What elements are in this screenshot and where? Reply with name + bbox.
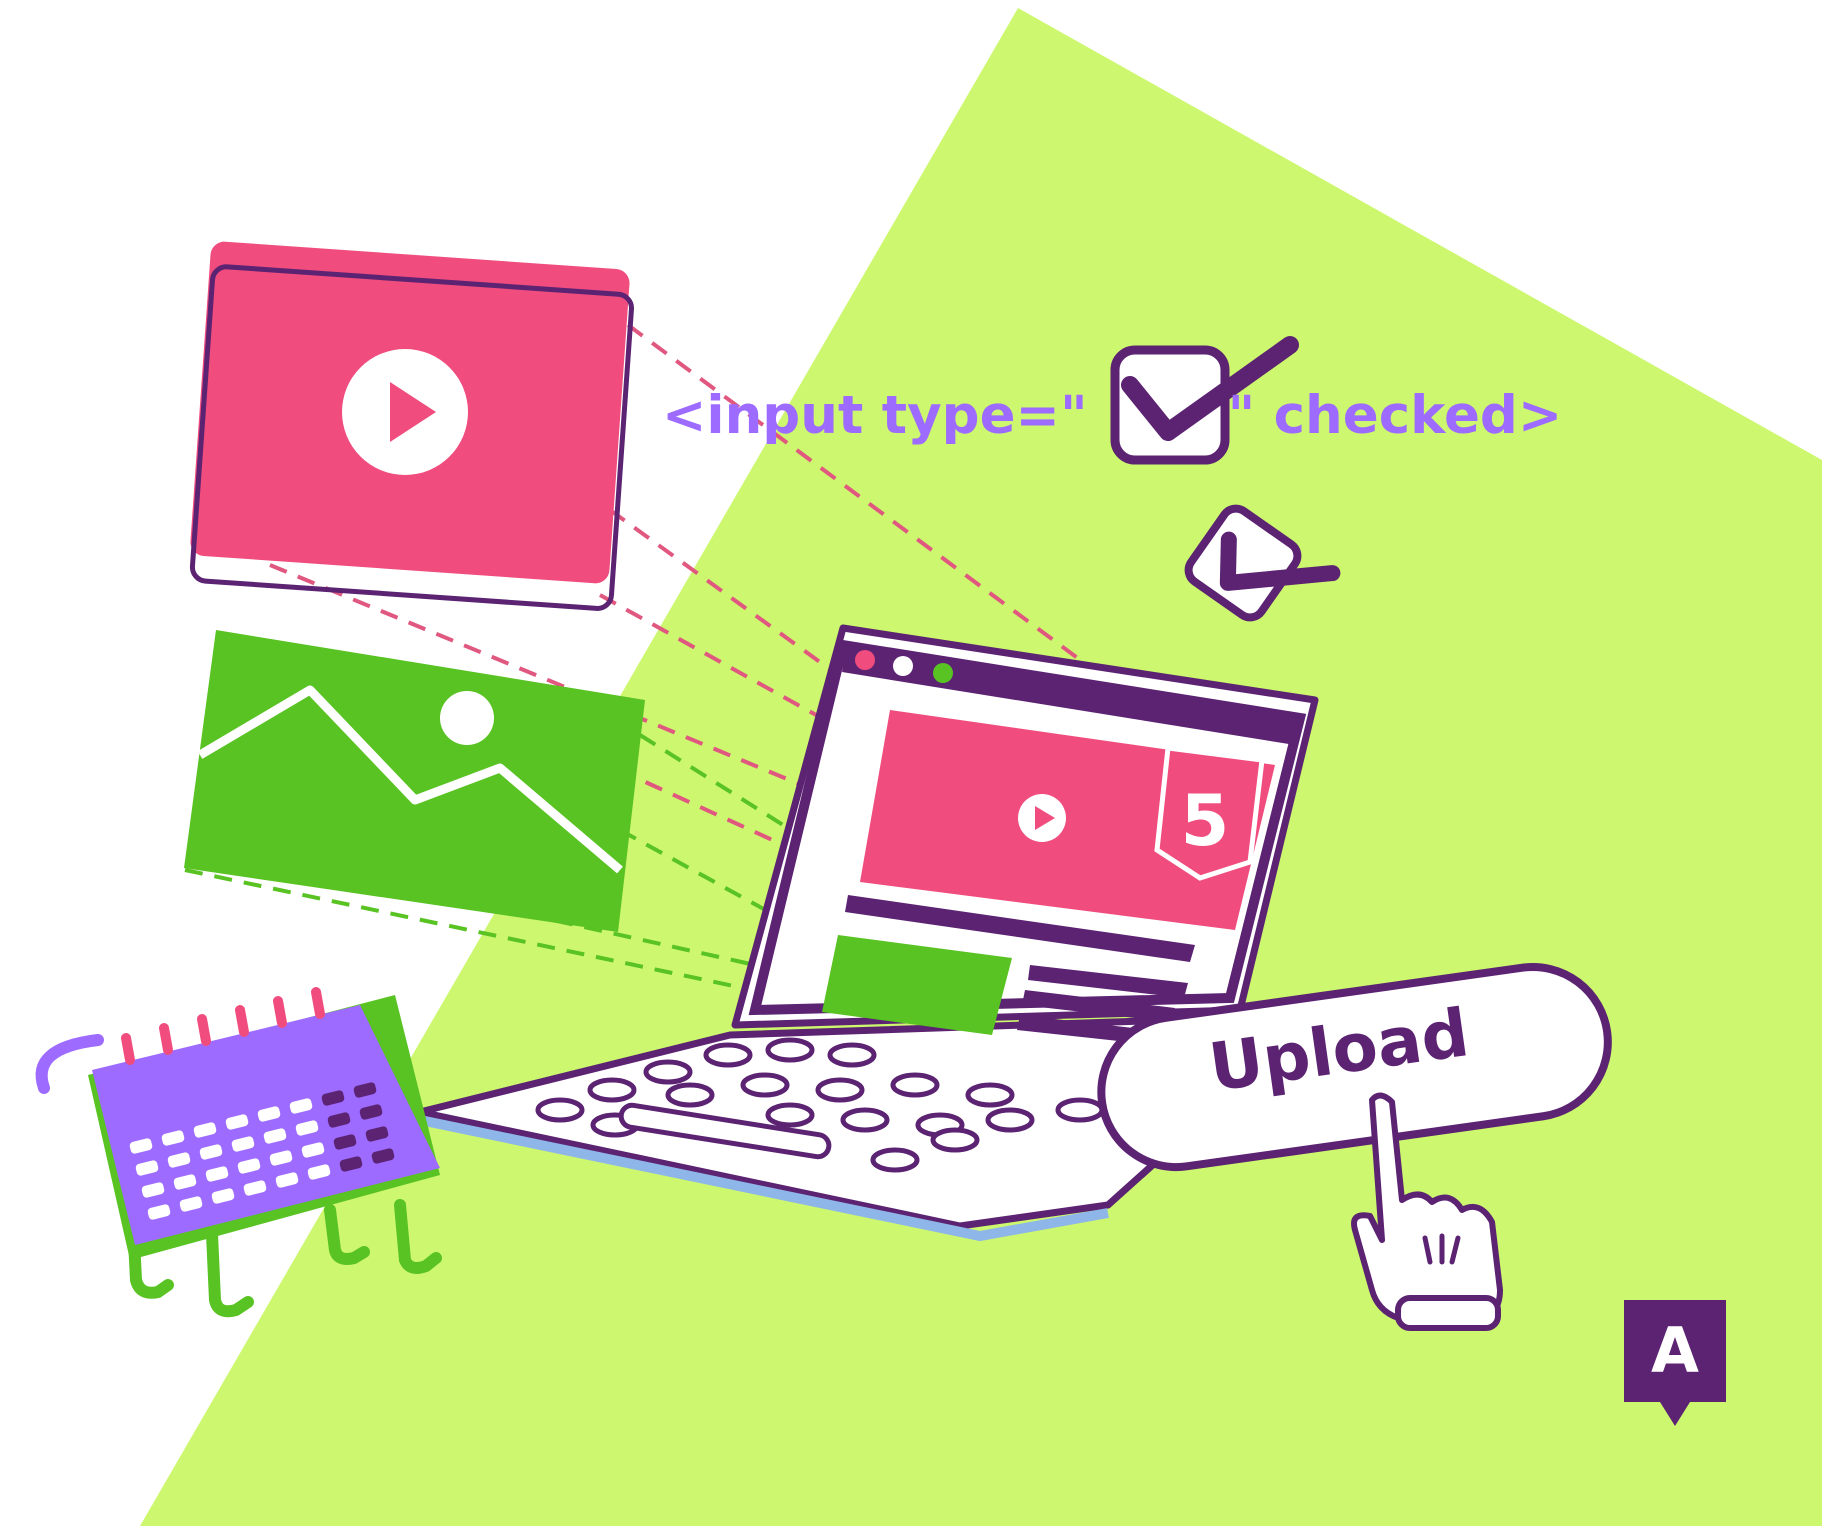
html5-logo-icon: 5 bbox=[1154, 745, 1265, 881]
video-thumbnail-icon bbox=[189, 241, 634, 611]
code-snippet-suffix: " checked> bbox=[1227, 385, 1563, 446]
code-snippet-prefix: <input type=" bbox=[662, 385, 1088, 446]
illustration-graphics: 5 bbox=[35, 8, 1822, 1526]
upload-button-label: Upload bbox=[1204, 994, 1474, 1107]
upload-button[interactable]: Upload bbox=[1098, 990, 1598, 1160]
code-snippet: <input type=" " checked> bbox=[662, 385, 1562, 446]
html5-digit: 5 bbox=[1181, 780, 1230, 862]
logo-badge: A bbox=[1624, 1300, 1726, 1428]
image-thumbnail-icon bbox=[184, 630, 645, 932]
logo-letter: A bbox=[1651, 1314, 1699, 1387]
illustration-canvas: 5 <input type=" " checked> Upload A bbox=[0, 0, 1822, 1526]
